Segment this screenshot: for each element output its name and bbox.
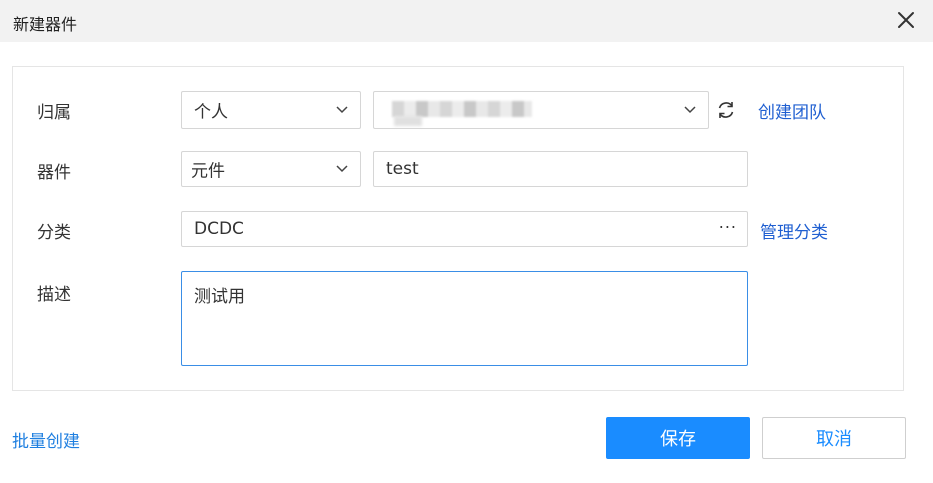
category-input[interactable]: DCDC ··· [181, 211, 748, 247]
dialog-titlebar: 新建器件 [0, 0, 933, 42]
create-team-link[interactable]: 创建团队 [758, 98, 826, 123]
chevron-down-icon [684, 106, 696, 114]
category-value: DCDC [194, 219, 244, 239]
owner-label: 归属 [37, 103, 71, 123]
device-type-select[interactable]: 元件 [181, 151, 361, 187]
category-label: 分类 [37, 223, 71, 243]
save-button[interactable]: 保存 [606, 417, 750, 459]
redacted-team-name [392, 101, 532, 117]
chevron-down-icon [336, 106, 348, 114]
new-device-dialog: 新建器件 归属 个人 创建团队 器件 元件 test 分类 DCDC ··· 管… [0, 0, 933, 483]
team-select[interactable] [373, 91, 709, 129]
redacted-team-name-extra [394, 116, 422, 126]
close-icon[interactable] [895, 9, 917, 31]
more-icon[interactable]: ··· [719, 218, 737, 237]
description-textarea[interactable]: 测试用 [181, 271, 748, 366]
device-name-value: test [386, 159, 419, 179]
batch-create-link[interactable]: 批量创建 [12, 427, 80, 452]
description-label: 描述 [37, 285, 71, 305]
manage-category-link[interactable]: 管理分类 [760, 218, 828, 243]
owner-select-value: 个人 [194, 102, 228, 123]
device-type-value: 元件 [191, 161, 225, 182]
owner-select[interactable]: 个人 [181, 91, 361, 129]
description-value: 测试用 [194, 287, 245, 307]
refresh-icon[interactable] [715, 99, 737, 121]
device-label: 器件 [37, 163, 71, 183]
dialog-title: 新建器件 [13, 15, 78, 34]
device-name-input[interactable]: test [373, 151, 748, 187]
cancel-button[interactable]: 取消 [762, 417, 906, 459]
chevron-down-icon [336, 165, 348, 173]
